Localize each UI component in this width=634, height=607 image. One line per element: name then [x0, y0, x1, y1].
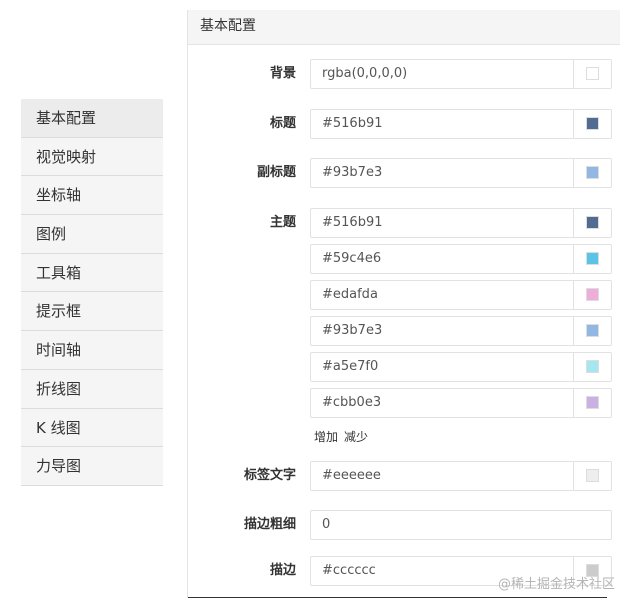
theme-color-input-4[interactable]: #93b7e3 [310, 316, 612, 346]
background-color-picker[interactable] [573, 59, 611, 89]
theme-color-input-1[interactable]: #516b91 [310, 208, 612, 238]
theme-row-6: #cbb0e3 [188, 388, 612, 418]
border-width-row: 描边粗细 0 [188, 510, 612, 540]
theme-color-value: #cbb0e3 [322, 395, 382, 410]
sidebar-item-line-chart[interactable]: 折线图 [21, 369, 163, 409]
theme-color-picker[interactable] [573, 388, 611, 418]
theme-label: 主题 [269, 215, 296, 230]
border-color-value: #cccccc [322, 563, 376, 578]
theme-color-input-5[interactable]: #a5e7f0 [310, 352, 612, 382]
sidebar-nav: 基本配置 视觉映射 坐标轴 图例 工具箱 提示框 时间轴 折线图 K 线图 力导… [21, 99, 163, 486]
title-color-row: 标题 #516b91 [188, 109, 612, 139]
theme-row: 主题 #516b91 [188, 208, 612, 238]
theme-color-value: #59c4e6 [322, 251, 382, 266]
sidebar-item-visual-map[interactable]: 视觉映射 [21, 137, 163, 177]
theme-color-swatch [586, 288, 599, 301]
sidebar-item-toolbox[interactable]: 工具箱 [21, 253, 163, 293]
label-text-color-picker[interactable] [573, 461, 611, 491]
title-color-input[interactable]: #516b91 [310, 109, 612, 139]
theme-color-picker[interactable] [573, 244, 611, 274]
add-theme-color-link[interactable]: 增加 [314, 430, 338, 444]
remove-theme-color-link[interactable]: 减少 [344, 430, 368, 444]
subtitle-color-label: 副标题 [256, 165, 296, 180]
theme-color-picker[interactable] [573, 208, 611, 238]
theme-row-2: #59c4e6 [188, 244, 612, 274]
theme-actions: 增加 减少 [314, 428, 374, 445]
background-color-swatch [586, 67, 599, 80]
label-text-color-input[interactable]: #eeeeee [310, 461, 612, 491]
subtitle-color-row: 副标题 #93b7e3 [188, 158, 612, 188]
subtitle-color-swatch [586, 166, 599, 179]
label-text-label: 标签文字 [243, 468, 296, 483]
sidebar-item-tooltip[interactable]: 提示框 [21, 292, 163, 332]
theme-color-input-2[interactable]: #59c4e6 [310, 244, 612, 274]
theme-color-swatch [586, 216, 599, 229]
theme-color-value: #516b91 [322, 215, 383, 230]
border-width-value: 0 [322, 517, 331, 532]
sidebar-item-axis[interactable]: 坐标轴 [21, 176, 163, 216]
theme-color-swatch [586, 324, 599, 337]
subtitle-color-value: #93b7e3 [322, 165, 383, 180]
subtitle-color-picker[interactable] [573, 158, 611, 188]
sidebar-item-force-graph[interactable]: 力导图 [21, 447, 163, 486]
background-label: 背景 [269, 66, 296, 81]
config-panel: 基本配置 背景 rgba(0,0,0,0) 标题 #516b91 副标题 #93… [187, 10, 620, 598]
theme-color-swatch [586, 360, 599, 373]
border-width-input[interactable]: 0 [310, 510, 612, 540]
panel-title: 基本配置 [188, 10, 620, 45]
watermark: @稀土掘金技术社区 [498, 577, 616, 592]
theme-color-picker[interactable] [573, 352, 611, 382]
sidebar-item-candlestick[interactable]: K 线图 [21, 408, 163, 448]
border-width-label: 描边粗细 [243, 517, 296, 532]
label-text-color-swatch [586, 469, 599, 482]
theme-color-value: #93b7e3 [322, 323, 383, 338]
background-color-value: rgba(0,0,0,0) [322, 66, 408, 81]
theme-row-5: #a5e7f0 [188, 352, 612, 382]
theme-color-swatch [586, 396, 599, 409]
sidebar-item-legend[interactable]: 图例 [21, 215, 163, 254]
label-text-row: 标签文字 #eeeeee [188, 461, 612, 491]
theme-color-picker[interactable] [573, 280, 611, 310]
title-color-label: 标题 [269, 116, 296, 131]
title-color-value: #516b91 [322, 116, 383, 131]
theme-color-picker[interactable] [573, 316, 611, 346]
theme-color-value: #edafda [322, 287, 378, 302]
title-color-picker[interactable] [573, 109, 611, 139]
panel-bottom-divider [188, 597, 607, 598]
theme-row-3: #edafda [188, 280, 612, 310]
theme-color-value: #a5e7f0 [322, 359, 379, 374]
sidebar-item-timeline[interactable]: 时间轴 [21, 331, 163, 370]
theme-row-4: #93b7e3 [188, 316, 612, 346]
label-text-color-value: #eeeeee [322, 468, 381, 483]
background-color-input[interactable]: rgba(0,0,0,0) [310, 59, 612, 89]
theme-color-input-6[interactable]: #cbb0e3 [310, 388, 612, 418]
sidebar-item-basic-config[interactable]: 基本配置 [21, 99, 163, 138]
theme-color-input-3[interactable]: #edafda [310, 280, 612, 310]
background-row: 背景 rgba(0,0,0,0) [188, 59, 612, 89]
border-color-label: 描边 [269, 563, 296, 578]
title-color-swatch [586, 117, 599, 130]
subtitle-color-input[interactable]: #93b7e3 [310, 158, 612, 188]
theme-color-swatch [586, 252, 599, 265]
